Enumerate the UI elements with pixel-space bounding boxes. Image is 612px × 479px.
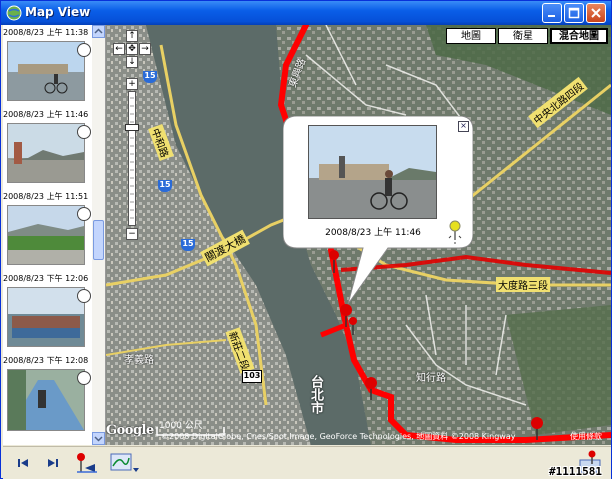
scale-label: 1000 公尺 (159, 421, 203, 431)
photo-thumbnail-image[interactable] (7, 205, 85, 265)
close-icon: × (460, 121, 467, 130)
compass-icon (77, 371, 91, 385)
map-copyright: ©2008 DigitalGlobe, Cnes/Spot Image, Geo… (161, 432, 516, 441)
photo-caption: 2008/8/23 上午 11:51 (3, 192, 89, 201)
zoom-slider-track[interactable] (128, 91, 136, 226)
route-shield: 15 (181, 239, 195, 251)
route-shield: 15 (143, 71, 157, 83)
track-view-button[interactable] (109, 450, 141, 476)
road-label: 孝義路 (124, 355, 154, 366)
map-canvas[interactable]: 關渡大橋 大度路三段 中央北路四段 知行路 台北市 孝義路 東興路 中和路 新莊… (106, 25, 611, 445)
scroll-down-button[interactable] (92, 432, 105, 445)
photo-thumbnail-image[interactable] (7, 41, 85, 101)
compass-icon (77, 207, 91, 221)
route-shield: 15 (158, 180, 172, 192)
photo-thumbnail-image[interactable] (7, 123, 85, 183)
skip-back-icon (18, 459, 28, 467)
pan-up-button[interactable]: ↑ (126, 30, 138, 42)
watermark-id: #1111581 (549, 465, 602, 478)
title-bar[interactable]: Map View (1, 1, 611, 25)
pan-center-button[interactable]: ✥ (126, 43, 138, 55)
map-view-window: Map View 2008/8/23 上午 11:38 2008/8/23 上午… (0, 0, 612, 479)
crowd-photo (8, 288, 84, 346)
arrow-up-icon: ↑ (128, 31, 136, 41)
route-shield: 103 (242, 370, 262, 383)
skip-forward-icon (48, 459, 58, 467)
map-pin-icon (77, 453, 97, 473)
popup-bicycle-photo (309, 126, 436, 218)
route-marker-button[interactable] (73, 450, 101, 476)
globe-icon (6, 5, 22, 21)
map-type-button-satellite[interactable]: 衛星 (498, 28, 548, 44)
photo-thumbnail-image[interactable] (7, 287, 85, 347)
pan-right-button[interactable]: → (139, 43, 151, 55)
arrow-left-icon: ← (115, 44, 123, 54)
scroll-up-button[interactable] (92, 25, 105, 38)
minus-icon: − (128, 229, 136, 239)
pan-down-button[interactable]: ↓ (126, 56, 138, 68)
road-label: 大度路三段 (496, 277, 550, 292)
compass-icon (77, 125, 91, 139)
popup-close-button[interactable]: × (458, 121, 469, 132)
close-icon (591, 8, 601, 18)
riverside-photo (8, 206, 84, 264)
previous-photo-button[interactable] (13, 450, 35, 476)
zoom-out-button[interactable]: − (126, 228, 138, 240)
plus-icon: + (128, 79, 136, 89)
photo-list-scrollbar[interactable] (92, 25, 105, 445)
window-title: Map View (25, 5, 91, 19)
zoom-slider-ticks (130, 97, 134, 219)
photo-caption: 2008/8/23 上午 11:38 (3, 28, 89, 37)
minimize-button[interactable] (542, 3, 562, 23)
compass-icon (77, 289, 91, 303)
path-cyclist-photo (8, 370, 84, 430)
next-photo-button[interactable] (41, 450, 63, 476)
arrow-right-icon: → (141, 44, 149, 54)
terms-link[interactable]: 使用條款 (570, 431, 602, 442)
photo-caption: 2008/8/23 下午 12:06 (3, 274, 89, 283)
compass-icon (77, 43, 91, 57)
minimize-icon (548, 15, 555, 17)
popup-caption: 2008/8/23 上午 11:46 (325, 228, 421, 238)
scroll-thumb[interactable] (93, 220, 104, 260)
pan-left-button[interactable]: ← (113, 43, 125, 55)
track-map-icon (110, 453, 139, 472)
cyclist-photo (8, 124, 84, 182)
photo-caption: 2008/8/23 上午 11:46 (3, 110, 89, 119)
bicycle-photo (8, 42, 84, 100)
google-logo[interactable]: Google (106, 423, 154, 438)
bottom-toolbar (3, 446, 611, 479)
maximize-button[interactable] (564, 3, 584, 23)
zoom-in-button[interactable]: + (126, 78, 138, 90)
close-button[interactable] (586, 3, 606, 23)
move-icon: ✥ (128, 44, 136, 54)
district-label: 台北市 (308, 375, 323, 414)
maximize-icon (568, 7, 580, 19)
chevron-down-icon (94, 436, 103, 442)
photo-caption: 2008/8/23 下午 12:08 (3, 356, 89, 365)
map-type-button-hybrid[interactable]: 混合地圖 (550, 28, 608, 44)
road-label: 知行路 (416, 373, 446, 384)
popup-photo[interactable] (308, 125, 437, 219)
pegman-icon[interactable] (448, 220, 462, 244)
zoom-slider-handle[interactable] (125, 124, 139, 131)
photo-list[interactable]: 2008/8/23 上午 11:38 2008/8/23 上午 11:46 20… (3, 25, 106, 445)
arrow-down-icon: ↓ (128, 57, 136, 67)
chevron-up-icon (94, 28, 103, 34)
map-type-button-map[interactable]: 地圖 (446, 28, 496, 44)
photo-thumbnail-image[interactable] (7, 369, 85, 431)
